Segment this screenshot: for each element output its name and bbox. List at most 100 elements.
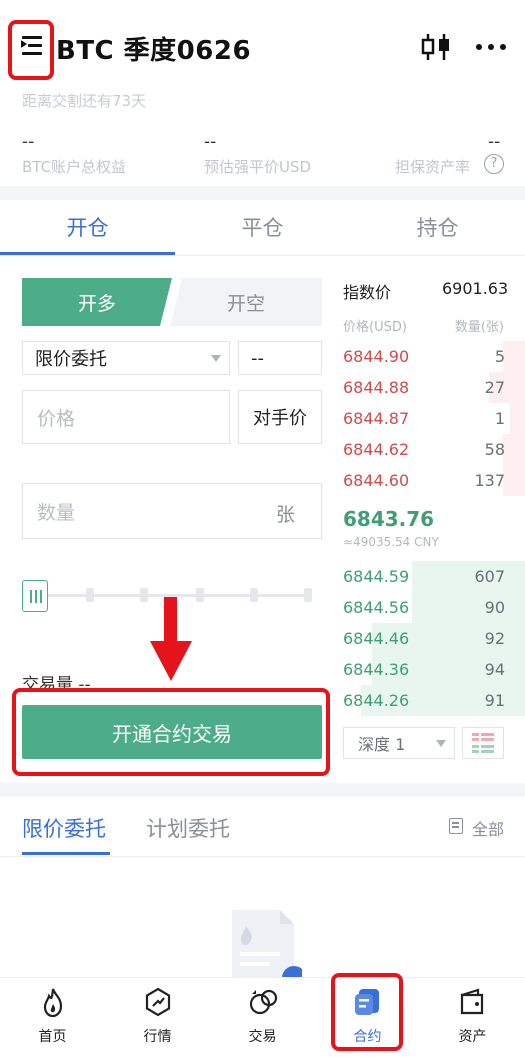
slider-mark-100a[interactable] [250,588,258,602]
index-price-label: 指数价 [343,283,392,302]
ask-price: 6844.90 [343,347,410,366]
fire-icon [37,986,69,1018]
ask-row[interactable]: 6844.87 1 [343,403,525,434]
slider-mark-75[interactable] [196,588,204,602]
bid-row[interactable]: 6844.36 94 [343,654,525,685]
ask-qty: 58 [484,440,505,459]
nav-label: 资产 [458,1029,487,1045]
nav-highlight-box [331,973,403,1051]
caret-down-icon [211,355,221,362]
equity-label: BTC账户总权益 [22,158,127,176]
bid-qty: 607 [474,567,505,586]
bottom-nav: 首页 行情 交易 合约 资产 [0,977,525,1057]
orders-tab-divider [0,856,525,857]
quantity-input[interactable]: 数量 张 [22,483,322,539]
bid-qty: 94 [484,660,505,679]
ask-price: 6844.62 [343,440,410,459]
ask-price: 6844.87 [343,409,410,428]
nav-market[interactable]: 行情 [105,978,210,1057]
bid-row[interactable]: 6844.46 92 [343,623,525,654]
bid-price: 6844.56 [343,598,410,617]
liq-price-value: -- [204,132,217,152]
ask-price: 6844.88 [343,378,410,397]
bid-qty: 90 [484,598,505,617]
more-icon[interactable] [476,44,506,52]
orderbook-view-icon[interactable] [462,727,504,759]
orders-tab-indicator [22,852,110,855]
section-divider [0,783,525,797]
bid-qty: 92 [484,629,505,648]
bid-row[interactable]: 6844.26 91 [343,685,525,716]
ask-row[interactable]: 6844.88 27 [343,372,525,403]
arrow-down-icon [150,641,192,681]
all-orders-link[interactable]: 全部 [472,816,504,840]
delivery-countdown: 距离交割还有73天 [22,92,147,110]
depth-select-label: 深度 1 [358,735,406,754]
quantity-placeholder: 数量 [37,501,76,524]
ask-qty: 137 [474,471,505,490]
section-divider [0,186,525,200]
market-icon [142,986,174,1018]
ask-row[interactable]: 6844.62 58 [343,434,525,465]
bid-qty: 91 [484,691,505,710]
wallet-icon [457,986,489,1018]
bid-row[interactable]: 6844.59 607 [343,561,525,592]
margin-ratio-value: -- [488,132,501,152]
equity-value: -- [22,132,35,152]
candlestick-icon[interactable] [420,32,452,62]
arrow-annotation-shaft [164,597,177,643]
bid-price: 6844.36 [343,660,410,679]
bid-row[interactable]: 6844.56 90 [343,592,525,623]
depth-bar [503,341,525,372]
nav-home[interactable]: 首页 [0,978,105,1057]
depth-bar [412,561,525,592]
button-highlight-box [12,688,330,776]
list-icon[interactable] [449,818,463,834]
tab-plan-orders[interactable]: 计划委托 [146,813,230,843]
ask-row[interactable]: 6844.90 5 [343,341,525,372]
menu-highlight-box [8,20,54,80]
ask-qty: 1 [494,409,505,428]
slider-mark-25[interactable] [86,588,94,602]
price-input[interactable]: 价格 [22,390,230,444]
depth-select[interactable]: 深度 1 [343,727,455,759]
orderbook-qty-header: 数量(张) [454,320,504,335]
ask-price: 6844.60 [343,471,410,490]
tab-divider [0,255,525,256]
page-title: BTC 季度0626 [56,36,252,66]
depth-bar [412,592,525,623]
nav-label: 首页 [38,1029,67,1045]
trade-icon [247,986,279,1018]
depth-bar [510,403,525,434]
ask-qty: 27 [484,378,505,397]
help-icon[interactable]: ? [484,154,504,174]
caret-down-icon [436,740,446,747]
counter-price-button[interactable]: 对手价 [238,390,322,444]
ask-row[interactable]: 6844.60 137 [343,465,525,496]
quantity-unit: 张 [275,504,295,526]
nav-assets[interactable]: 资产 [420,978,525,1057]
slider-thumb[interactable] [22,580,48,612]
tab-positions[interactable]: 持仓 [350,212,525,242]
tab-limit-orders[interactable]: 限价委托 [22,813,106,843]
tab-open[interactable]: 开仓 [0,212,175,242]
orderbook-price-header: 价格(USD) [343,320,407,335]
tab-close[interactable]: 平仓 [175,212,350,242]
nav-trade[interactable]: 交易 [210,978,315,1057]
empty-state-icon [210,906,306,990]
bid-price: 6844.46 [343,629,410,648]
leverage-select[interactable]: -- [238,341,322,375]
open-short-button[interactable]: 开空 [170,278,322,326]
order-type-select[interactable]: 限价委托 [22,341,230,375]
bid-price: 6844.59 [343,567,410,586]
open-long-button[interactable]: 开多 [22,278,172,326]
last-price: 6843.76 [343,507,435,531]
bid-price: 6844.26 [343,691,410,710]
nav-label: 行情 [143,1029,172,1045]
slider-mark-100[interactable] [304,588,312,602]
order-type-label: 限价委托 [35,349,107,370]
ask-qty: 5 [494,347,505,366]
last-price-cny: ≈49035.54 CNY [343,535,439,549]
depth-bar [503,434,525,465]
slider-mark-50[interactable] [140,588,148,602]
